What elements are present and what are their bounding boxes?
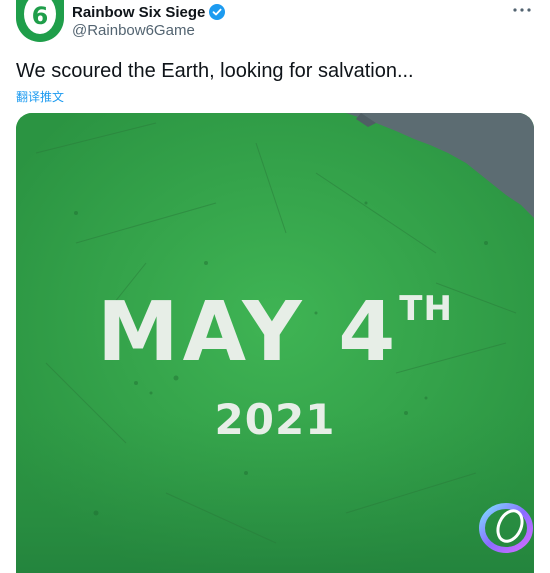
author-handle[interactable]: @Rainbow6Game [72,22,195,39]
promo-headline: MAY 4 [97,285,400,380]
tweet-media-image[interactable]: MAY 4TH 2021 [16,113,534,573]
promo-year: 2021 [214,395,336,444]
display-name[interactable]: Rainbow Six Siege [72,4,205,21]
tweet: 6 Rainbow Six Siege @Rainbow6Game We sco… [0,0,550,573]
more-options-icon[interactable] [510,0,534,20]
verified-badge-icon [209,4,226,20]
watermark-logo-icon [479,503,533,553]
promo-date: MAY 4TH [16,285,534,380]
avatar-logo: 6 [31,2,49,30]
avatar[interactable]: 6 [16,0,64,42]
author-name-row[interactable]: Rainbow Six Siege [72,2,226,22]
promo-date-suffix: TH [399,289,453,329]
tweet-text: We scoured the Earth, looking for salvat… [16,60,414,82]
translate-tweet-link[interactable]: 翻译推文 [16,88,64,105]
